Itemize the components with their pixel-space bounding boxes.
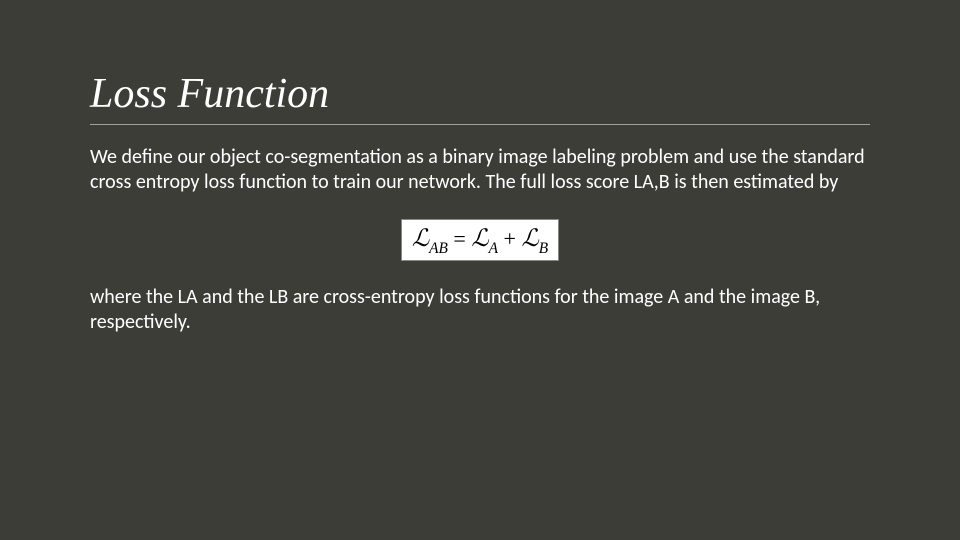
slide-title: Loss Function bbox=[90, 70, 870, 125]
equation-container: ℒAB = ℒA + ℒB bbox=[90, 219, 870, 261]
slide-paragraph-2: where the LA and the LB are cross-entrop… bbox=[90, 285, 870, 335]
loss-equation: ℒAB = ℒA + ℒB bbox=[401, 219, 559, 261]
slide-paragraph-1: We define our object co-segmentation as … bbox=[90, 145, 870, 195]
